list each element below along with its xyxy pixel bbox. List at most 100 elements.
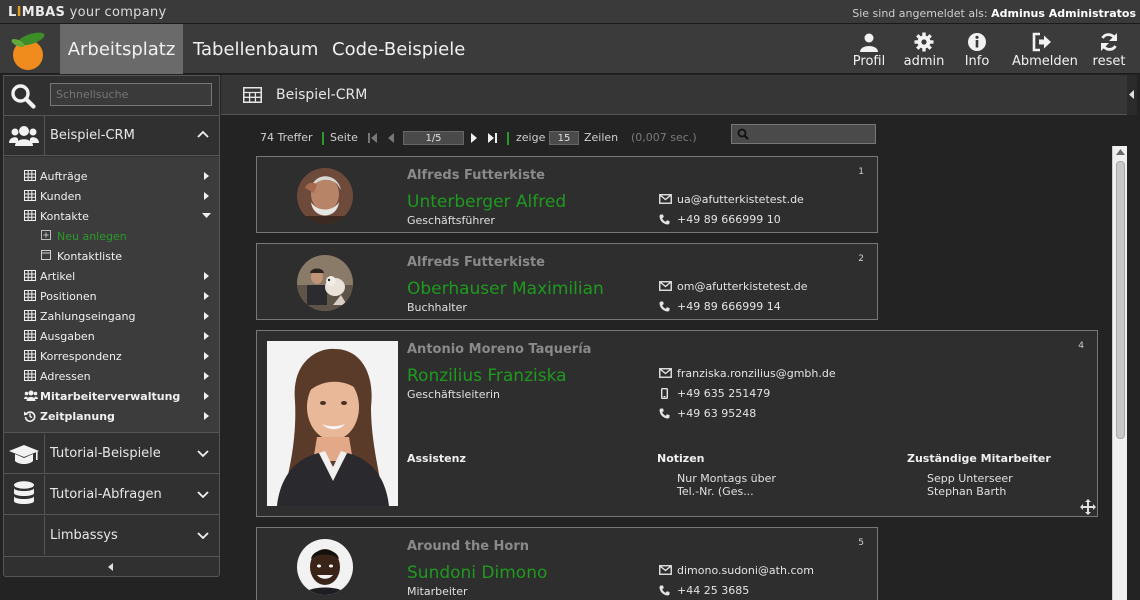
contact-card[interactable]: Around the Horn Sundoni Dimono Mitarbeit… [256, 527, 878, 600]
sidebar-item-adressen[interactable]: Adressen [4, 367, 219, 387]
search-icon [737, 128, 749, 140]
table-icon [24, 310, 36, 321]
tab-arbeitsplatz[interactable]: Arbeitsplatz [60, 24, 183, 74]
scroll-up-arrow-icon[interactable] [1116, 149, 1125, 155]
sidebar-group-beispiel-crm[interactable]: Beispiel-CRM [4, 116, 219, 156]
contact-name[interactable]: Sundoni Dimono [407, 563, 547, 583]
sidebar-item-mitarbeiterverwaltung[interactable]: Mitarbeiterverwaltung [4, 387, 219, 407]
contact-name[interactable]: Ronzilius Franziska [407, 366, 567, 386]
chevron-right-icon [204, 192, 209, 200]
refresh-icon [1101, 33, 1117, 51]
chevron-up-icon [197, 130, 209, 138]
gear-icon [914, 32, 934, 52]
chevron-right-icon [204, 392, 209, 400]
sidebar-item-neu-anlegen[interactable]: Neu anlegen [4, 227, 219, 247]
content-header: Beispiel-CRM [221, 75, 1137, 115]
chevron-right-icon [204, 312, 209, 320]
sidebar-item-label: Positionen [40, 290, 97, 303]
table-icon [24, 270, 36, 281]
list-search-input[interactable] [731, 124, 876, 144]
sidebar-group-limbassys[interactable]: Limbassys [4, 516, 219, 556]
table-icon [24, 170, 36, 181]
contact-card-expanded[interactable]: Antonio Moreno Taquería Ronzilius Franzi… [256, 330, 1098, 517]
phone-icon [659, 301, 670, 312]
reset-button-label: reset [1092, 54, 1126, 69]
logout-button-label: Abmelden [1012, 54, 1078, 69]
contact-name[interactable]: Unterberger Alfred [407, 192, 566, 212]
app-logo[interactable] [6, 29, 54, 71]
avatar [297, 539, 353, 595]
info-button-label: Info [964, 54, 990, 69]
prev-page-icon[interactable] [388, 133, 394, 143]
sidebar-item-kunden[interactable]: Kunden [4, 187, 219, 207]
contact-name[interactable]: Oberhauser Maximilian [407, 279, 604, 299]
plus-square-icon [41, 230, 51, 240]
tab-tabellenbaum[interactable]: Tabellenbaum [183, 24, 328, 74]
sidebar-item-auftraege[interactable]: Aufträge [4, 167, 219, 187]
staff-member[interactable]: Stephan Barth [927, 485, 1006, 498]
page-label: Seite [330, 131, 358, 144]
caret-left-icon [108, 563, 113, 571]
admin-button[interactable]: admin [894, 32, 954, 69]
company-name: Alfreds Futterkiste [407, 168, 545, 183]
search-icon[interactable] [10, 83, 36, 109]
rows-per-page-input[interactable]: 15 [549, 131, 579, 145]
first-page-icon[interactable] [368, 133, 377, 143]
logout-button[interactable]: Abmelden [1012, 32, 1078, 69]
sidebar-item-label: Zahlungseingang [40, 310, 136, 323]
move-icon[interactable] [1080, 499, 1096, 515]
reset-button[interactable]: reset [1079, 32, 1139, 69]
right-panel-toggle[interactable] [1127, 75, 1137, 115]
show-label: zeige [516, 131, 546, 144]
profile-button-label: Profil [852, 54, 886, 69]
vertical-scrollbar[interactable] [1112, 146, 1127, 600]
sidebar-group-tutorial-beispiele[interactable]: Tutorial-Beispiele [4, 434, 219, 474]
sidebar-group-tutorial-abfragen[interactable]: Tutorial-Abfragen [4, 475, 219, 515]
sidebar-item-zeitplanung[interactable]: Zeitplanung [4, 407, 219, 427]
profile-button[interactable]: Profil [839, 32, 899, 69]
sidebar-item-label: Artikel [40, 270, 76, 283]
top-strip: LIMBAS your company Sie sind angemeldet … [0, 0, 1140, 24]
company-name: Antonio Moreno Taquería [407, 342, 592, 357]
sidebar-tree: Aufträge Kunden Kontakte Neu anlegen Kon… [4, 157, 219, 433]
contact-photo [267, 341, 398, 506]
next-page-icon[interactable] [471, 133, 477, 143]
staff-member[interactable]: Sepp Unterseer [927, 472, 1013, 485]
brand-logo-text: LIMBAS your company [8, 5, 167, 20]
contact-card[interactable]: Alfreds Futterkiste Unterberger Alfred G… [256, 156, 878, 233]
notes-text-line: Nur Montags über [677, 472, 776, 485]
hit-count: 74 Treffer [260, 131, 313, 144]
table-icon [24, 290, 36, 301]
sidebar-item-kontakte[interactable]: Kontakte [4, 207, 219, 227]
sidebar-item-korrespondenz[interactable]: Korrespondenz [4, 347, 219, 367]
sidebar-item-positionen[interactable]: Positionen [4, 287, 219, 307]
record-number: 2 [858, 254, 864, 264]
envelope-icon [659, 194, 672, 204]
sidebar-item-zahlungseingang[interactable]: Zahlungseingang [4, 307, 219, 327]
user-icon [860, 33, 878, 52]
logged-in-user: Adminus Administratos [991, 7, 1136, 20]
quick-search-input[interactable] [50, 83, 212, 106]
avatar [297, 168, 353, 224]
last-page-icon[interactable] [488, 133, 497, 143]
record-number: 5 [858, 538, 864, 548]
sidebar-item-artikel[interactable]: Artikel [4, 267, 219, 287]
chevron-right-icon [204, 352, 209, 360]
sidebar-collapse-button[interactable] [4, 556, 219, 576]
users-icon [9, 126, 39, 146]
tab-code-beispiele[interactable]: Code-Beispiele [322, 24, 475, 74]
page-input[interactable]: 1/5 [403, 131, 464, 145]
sidebar-item-ausgaben[interactable]: Ausgaben [4, 327, 219, 347]
scrollbar-thumb[interactable] [1116, 161, 1125, 439]
chevron-down-icon [202, 213, 211, 218]
sidebar-item-label: Mitarbeiterverwaltung [40, 390, 181, 403]
company-name: Alfreds Futterkiste [407, 255, 545, 270]
info-icon [968, 33, 986, 51]
sidebar-item-kontaktliste[interactable]: Kontaktliste [4, 247, 219, 267]
info-button[interactable]: Info [947, 32, 1007, 69]
chevron-right-icon [204, 272, 209, 280]
staff-heading: Zuständige Mitarbeiter [907, 452, 1051, 465]
contact-card[interactable]: Alfreds Futterkiste Oberhauser Maximilia… [256, 243, 878, 320]
list-icon [41, 250, 51, 260]
history-icon [24, 411, 36, 422]
